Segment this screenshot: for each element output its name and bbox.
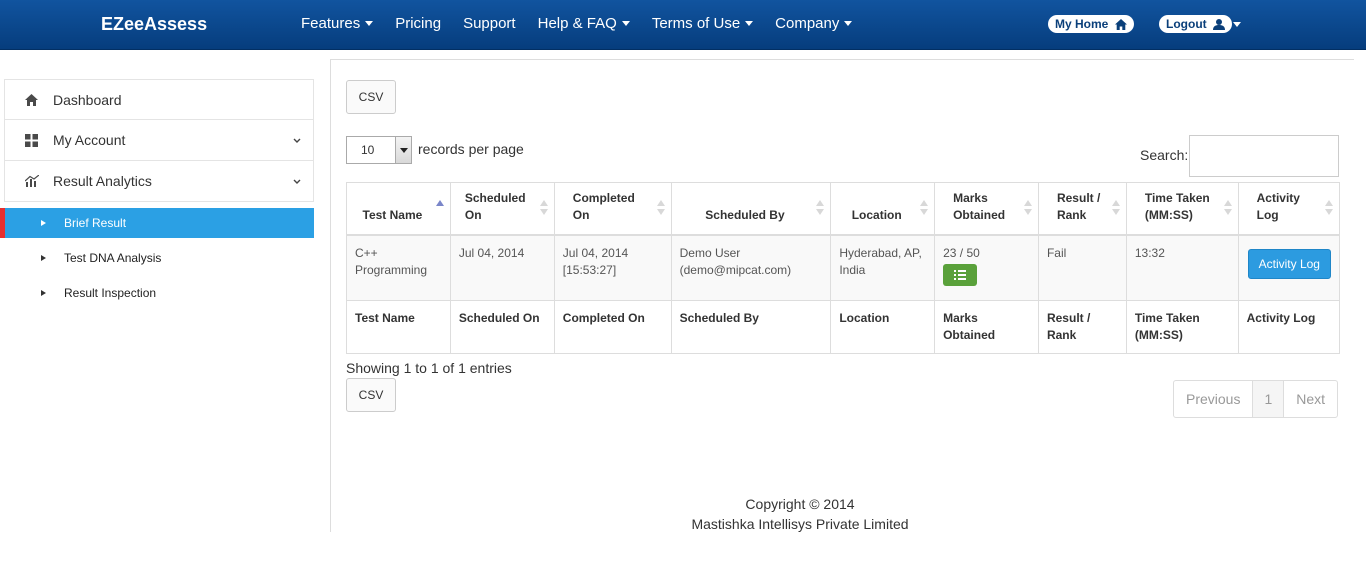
nav-features[interactable]: Features: [290, 0, 384, 50]
user-menu-caret-icon[interactable]: [1233, 22, 1241, 27]
cell-result-rank: Fail: [1037, 234, 1127, 301]
column-header-scheduled-by[interactable]: Scheduled By: [670, 182, 832, 236]
chevron-down-icon: [293, 179, 301, 184]
column-header-result-rank[interactable]: Result / Rank: [1037, 182, 1127, 236]
cell-marks-obtained: 23 / 50: [934, 234, 1039, 301]
sidebar-subitem-test-dna-analysis[interactable]: Test DNA Analysis: [4, 243, 314, 278]
table-info: Showing 1 to 1 of 1 entries: [346, 360, 512, 376]
sort-icon: [1223, 200, 1232, 216]
cell-time-taken: 13:32: [1125, 234, 1239, 301]
main-menu: Features Pricing Support Help & FAQ Term…: [290, 0, 863, 50]
search-label: Search:: [1140, 147, 1189, 163]
caret-right-icon: [41, 290, 46, 296]
marks-detail-button[interactable]: [943, 263, 978, 286]
sort-icon: [920, 200, 929, 216]
caret-down-icon: [621, 20, 630, 26]
sort-icon: [816, 200, 825, 216]
footer-location: Location: [830, 299, 936, 354]
pagination-page-current[interactable]: 1: [1253, 381, 1285, 417]
home-icon: [25, 94, 38, 106]
grid-icon: [25, 134, 38, 147]
csv-export-button-bottom[interactable]: CSV: [346, 378, 396, 412]
content-top-divider: [330, 59, 1354, 60]
caret-right-icon: [41, 220, 46, 226]
column-header-test-name[interactable]: Test Name: [346, 182, 451, 236]
cell-test-name: C++ Programming: [346, 234, 451, 301]
csv-export-button[interactable]: CSV: [346, 80, 396, 114]
nav-company[interactable]: Company: [764, 0, 863, 50]
home-icon: [1114, 19, 1127, 30]
column-header-marks-obtained[interactable]: Marks Obtained: [934, 182, 1039, 236]
sort-icon: [656, 200, 665, 216]
column-header-completed-on[interactable]: Completed On: [553, 182, 672, 236]
records-per-page-select[interactable]: 10: [346, 136, 412, 164]
cell-scheduled-by: Demo User (demo@mipcat.com): [670, 234, 832, 301]
caret-down-icon: [844, 20, 853, 26]
column-header-time-taken[interactable]: Time Taken (MM:SS): [1125, 182, 1239, 236]
logout-button[interactable]: Logout: [1159, 15, 1232, 33]
cell-location: Hyderabad, AP, India: [830, 234, 936, 301]
sort-asc-icon: [435, 200, 444, 216]
pagination: Previous 1 Next: [1173, 380, 1339, 418]
table-row: C++ Programming Jul 04, 2014 Jul 04, 201…: [346, 234, 1341, 301]
cell-scheduled-on: Jul 04, 2014: [449, 234, 555, 301]
caret-right-icon: [41, 255, 46, 261]
table-header-row: Test Name Scheduled On Completed On Sche…: [346, 182, 1341, 236]
bar-chart-icon: [25, 175, 39, 187]
footer-scheduled-on: Scheduled On: [449, 299, 555, 354]
sidebar: Dashboard My Account Result Analytics Br…: [0, 79, 314, 313]
results-table: Test Name Scheduled On Completed On Sche…: [346, 182, 1341, 354]
activity-log-button[interactable]: Activity Log: [1247, 248, 1331, 279]
pagination-next[interactable]: Next: [1284, 381, 1337, 417]
brand-logo[interactable]: EZeeAssess: [101, 14, 207, 35]
caret-down-icon: [745, 20, 754, 26]
nav-pricing[interactable]: Pricing: [384, 0, 452, 50]
copyright-text: Copyright © 2014: [745, 496, 855, 512]
column-header-scheduled-on[interactable]: Scheduled On: [449, 182, 555, 236]
company-name: Mastishka Intellisys Private Limited: [691, 516, 909, 532]
sidebar-subitem-brief-result[interactable]: Brief Result: [0, 208, 314, 238]
records-per-page-label: records per page: [418, 141, 524, 157]
footer-result-rank: Result / Rank: [1037, 299, 1127, 354]
nav-help-faq[interactable]: Help & FAQ: [527, 0, 641, 50]
sidebar-item-dashboard[interactable]: Dashboard: [4, 79, 314, 120]
footer-activity-log: Activity Log: [1237, 299, 1341, 354]
footer-time-taken: Time Taken (MM:SS): [1125, 299, 1239, 354]
sort-icon: [539, 200, 548, 216]
footer-marks-obtained: Marks Obtained: [934, 299, 1039, 354]
my-home-button[interactable]: My Home: [1048, 15, 1134, 33]
sort-icon: [1023, 200, 1032, 216]
page-footer: Copyright © 2014 Mastishka Intellisys Pr…: [330, 494, 1270, 534]
sort-icon: [1325, 200, 1333, 216]
sidebar-divider: [330, 60, 331, 532]
nav-support[interactable]: Support: [452, 0, 527, 50]
sidebar-subitem-result-inspection[interactable]: Result Inspection: [4, 278, 314, 313]
column-header-activity-log[interactable]: Activity Log: [1237, 182, 1341, 236]
footer-completed-on: Completed On: [553, 299, 672, 354]
user-icon: [1213, 19, 1225, 30]
top-navbar: EZeeAssess Features Pricing Support Help…: [0, 0, 1366, 50]
pagination-previous[interactable]: Previous: [1174, 381, 1254, 417]
dropdown-arrow-icon: [395, 137, 411, 163]
caret-down-icon: [365, 20, 374, 26]
sort-icon: [1111, 200, 1120, 216]
table-footer-row: Test Name Scheduled On Completed On Sche…: [346, 299, 1341, 354]
footer-test-name: Test Name: [346, 299, 451, 354]
nav-terms[interactable]: Terms of Use: [641, 0, 764, 50]
sidebar-item-result-analytics[interactable]: Result Analytics: [4, 161, 314, 202]
footer-scheduled-by: Scheduled By: [670, 299, 832, 354]
list-icon: [954, 269, 967, 280]
cell-completed-on: Jul 04, 2014 [15:53:27]: [553, 234, 672, 301]
column-header-location[interactable]: Location: [830, 182, 936, 236]
cell-activity-log: Activity Log: [1237, 234, 1341, 301]
sidebar-item-my-account[interactable]: My Account: [4, 120, 314, 161]
chevron-down-icon: [293, 138, 301, 143]
search-input[interactable]: [1189, 135, 1339, 177]
